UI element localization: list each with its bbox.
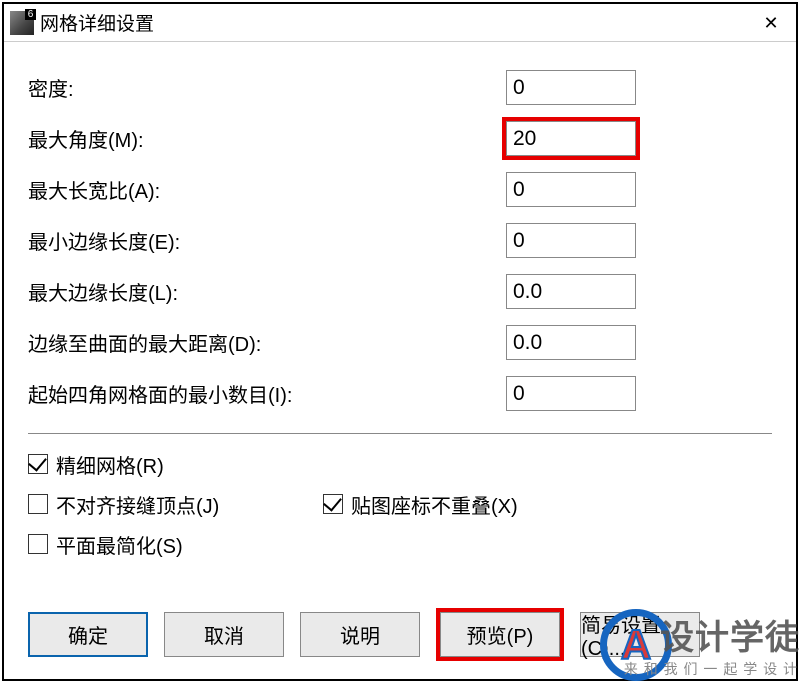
cancel-button[interactable]: 取消 xyxy=(164,612,284,657)
simple-settings-button[interactable]: 简易设置(C)... xyxy=(580,612,700,657)
checkbox-group: 精细网格(R) 不对齐接缝顶点(J) 贴图座标不重叠(X) 平面最简化(S) xyxy=(28,446,772,562)
input-init-quad[interactable] xyxy=(506,376,636,411)
label-max-aspect: 最大长宽比(A): xyxy=(28,175,502,204)
input-density[interactable] xyxy=(506,70,636,105)
row-init-quad: 起始四角网格面的最小数目(I): xyxy=(28,368,772,419)
check-pack-tex-label: 贴图座标不重叠(X) xyxy=(351,490,518,519)
row-density: 密度: xyxy=(28,62,772,113)
check-simple-plane-label: 平面最简化(S) xyxy=(56,530,183,559)
separator xyxy=(28,433,772,434)
check-refine[interactable]: 精细网格(R) xyxy=(28,446,323,482)
input-min-edge[interactable] xyxy=(506,223,636,258)
checkbox-icon xyxy=(28,494,48,514)
row-max-edge: 最大边缘长度(L): xyxy=(28,266,772,317)
checkbox-icon xyxy=(28,534,48,554)
input-max-aspect[interactable] xyxy=(506,172,636,207)
input-max-edge[interactable] xyxy=(506,274,636,309)
checkbox-icon xyxy=(323,494,343,514)
check-refine-label: 精细网格(R) xyxy=(56,450,164,479)
check-simple-plane[interactable]: 平面最简化(S) xyxy=(28,526,323,562)
window-title: 网格详细设置 xyxy=(40,9,154,36)
button-bar: 确定 取消 说明 预览(P) 简易设置(C)... xyxy=(28,608,700,661)
input-max-angle[interactable] xyxy=(506,121,636,156)
label-max-dist: 边缘至曲面的最大距离(D): xyxy=(28,328,502,357)
close-icon: ✕ xyxy=(763,13,778,34)
close-button[interactable]: ✕ xyxy=(746,4,796,42)
row-max-dist: 边缘至曲面的最大距离(D): xyxy=(28,317,772,368)
preview-button[interactable]: 预览(P) xyxy=(440,612,560,657)
label-density: 密度: xyxy=(28,73,502,102)
label-init-quad: 起始四角网格面的最小数目(I): xyxy=(28,379,502,408)
label-min-edge: 最小边缘长度(E): xyxy=(28,226,502,255)
app-icon xyxy=(10,11,34,35)
check-jagged[interactable]: 不对齐接缝顶点(J) xyxy=(28,486,323,522)
titlebar: 网格详细设置 ✕ xyxy=(4,4,796,42)
input-max-dist[interactable] xyxy=(506,325,636,360)
ok-button[interactable]: 确定 xyxy=(28,612,148,657)
highlight-preview: 预览(P) xyxy=(436,608,564,661)
label-max-edge: 最大边缘长度(L): xyxy=(28,277,502,306)
help-button[interactable]: 说明 xyxy=(300,612,420,657)
label-max-angle: 最大角度(M): xyxy=(28,124,502,153)
content-area: 密度: 最大角度(M): 最大长宽比(A): 最小边缘长度(E): xyxy=(4,42,796,562)
check-pack-tex[interactable]: 贴图座标不重叠(X) xyxy=(323,486,618,522)
check-row2: 不对齐接缝顶点(J) 贴图座标不重叠(X) xyxy=(28,486,772,522)
row-min-edge: 最小边缘长度(E): xyxy=(28,215,772,266)
row-max-aspect: 最大长宽比(A): xyxy=(28,164,772,215)
watermark-subtitle: 来 和 我 们 一 起 学 设 计 xyxy=(624,659,798,679)
check-jagged-label: 不对齐接缝顶点(J) xyxy=(56,490,219,519)
highlight-max-angle xyxy=(502,117,640,160)
dialog-window: 网格详细设置 ✕ 密度: 最大角度(M): 最大长宽比(A): xyxy=(2,2,798,681)
checkbox-icon xyxy=(28,454,48,474)
row-max-angle: 最大角度(M): xyxy=(28,113,772,164)
